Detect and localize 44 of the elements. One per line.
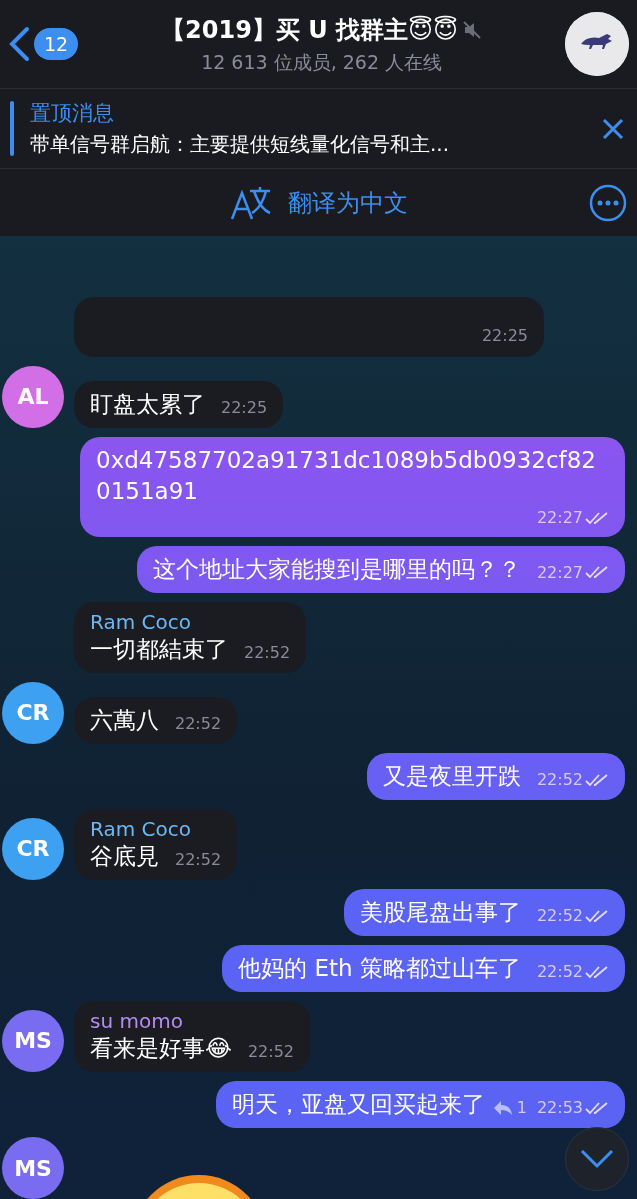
user-avatar[interactable]: CR xyxy=(2,817,64,880)
user-avatar[interactable]: MS xyxy=(2,1009,64,1072)
translate-icon xyxy=(229,184,272,221)
chat-title: 【2019】买 U 找群主😇😇 xyxy=(161,14,459,46)
translate-button[interactable]: 翻译为中文 xyxy=(287,184,408,221)
message-time: 22:52 xyxy=(247,1040,294,1063)
sender-name[interactable]: su momo xyxy=(90,1008,294,1033)
message-time: 22:52 xyxy=(175,848,222,871)
pinned-message[interactable]: 带单信号群启航：主要提供短线量化信号和主... xyxy=(30,129,585,160)
message-time: 22:53 xyxy=(536,1096,583,1119)
reply-icon xyxy=(492,1099,513,1116)
message-text: 看来是好事😂 xyxy=(90,1034,232,1061)
message-text: 他妈的 Eth 策略都过山车了 xyxy=(238,954,521,981)
message-time: 22:27 xyxy=(536,561,583,584)
message-time: 22:52 xyxy=(536,960,583,983)
message-time: 22:52 xyxy=(536,768,583,791)
sender-name[interactable]: Ram Coco xyxy=(90,816,222,841)
message-time: 22:25 xyxy=(221,396,268,419)
message-text: 一切都結束了 xyxy=(90,635,228,662)
user-avatar[interactable]: CR xyxy=(2,681,64,744)
message-text: 六萬八 xyxy=(90,706,159,733)
close-icon[interactable] xyxy=(601,116,625,141)
message-time: 22:52 xyxy=(175,712,222,735)
message-time: 22:27 xyxy=(536,507,583,529)
message-text: 这个地址大家能搜到是哪里的吗？？ xyxy=(152,555,521,582)
message-text: 美股尾盘出事了 xyxy=(359,898,521,925)
message-text: 盯盘太累了 xyxy=(90,390,205,417)
member-count: 12 613 位成员, 262 人在线 xyxy=(201,49,443,75)
user-avatar[interactable]: AL xyxy=(2,365,64,428)
more-icon[interactable] xyxy=(589,183,627,222)
back-icon xyxy=(9,27,29,61)
group-avatar[interactable] xyxy=(565,12,629,76)
pinned-label: 置顶消息 xyxy=(30,99,115,127)
message-time: 22:25 xyxy=(481,324,528,347)
chevron-down-icon xyxy=(580,1149,614,1169)
message-text: 明天，亚盘又回买起来了 xyxy=(231,1090,485,1117)
message-text: 0xd47587702a91731dc1089b5db0932cf820151a91 xyxy=(96,446,596,504)
message-time: 22:52 xyxy=(244,641,291,664)
message-text: 又是夜里开跌 xyxy=(382,762,521,789)
user-avatar[interactable]: MS xyxy=(2,1137,64,1199)
sender-name[interactable]: Ram Coco xyxy=(90,609,291,634)
message-time: 22:52 xyxy=(536,904,583,927)
message-text: 谷底見 xyxy=(90,842,159,869)
reply-count: 1 xyxy=(516,1096,527,1119)
